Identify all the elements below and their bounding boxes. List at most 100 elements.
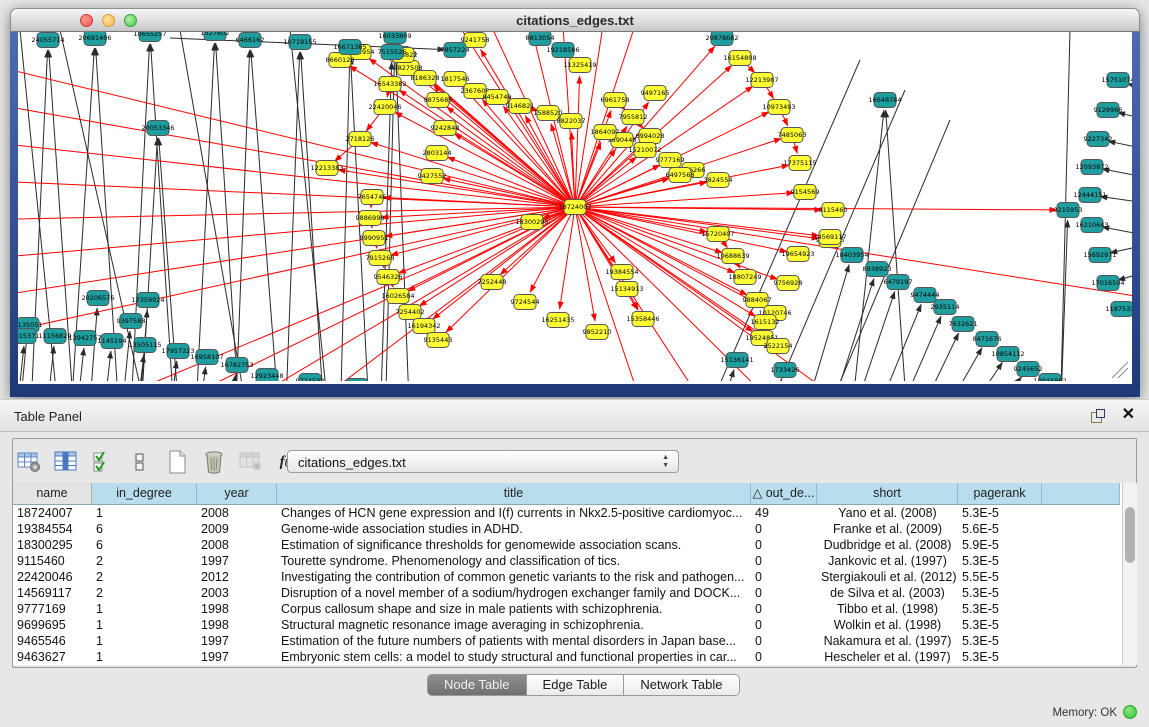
graph-node[interactable]: 7654746 [358,190,387,205]
table-select-dropdown[interactable]: citations_edges.txt ▲▼ [287,450,679,473]
graph-node[interactable]: 8938923 [863,262,892,277]
graph-node[interactable]: 11325419 [563,58,596,73]
tab-edge-table[interactable]: Edge Table [527,674,625,696]
graph-node[interactable]: 16026584 [381,289,414,304]
graph-node[interactable]: 2522154 [764,339,793,354]
graph-node[interactable]: 9724544 [511,295,540,310]
graph-node[interactable]: 9546326 [374,270,403,285]
graph-node[interactable]: 9886998 [356,211,385,226]
graph-node[interactable]: 1864097 [591,125,620,140]
graph-node[interactable]: 16194342 [407,319,440,334]
graph-node[interactable]: 9724502 [296,374,325,382]
graph-node[interactable]: 15134913 [610,282,643,297]
column-header-filler[interactable] [1042,483,1120,505]
graph-node[interactable]: 8471676 [973,332,1002,347]
graph-node[interactable]: 12093872 [1075,160,1108,175]
graph-node[interactable]: 9135443 [424,333,453,348]
graph-node[interactable]: 24055714 [31,33,64,48]
table-scrollbar[interactable] [1122,483,1137,665]
graph-node[interactable]: 7485063 [778,128,807,143]
column-header-title[interactable]: title [277,483,751,505]
graph-node[interactable]: 1145194 [98,334,127,349]
graph-node[interactable]: 15751074 [1101,73,1132,88]
memory-status-indicator[interactable] [1123,705,1137,719]
graph-node[interactable]: 6497568 [666,168,695,183]
graph-node[interactable]: 8186328 [411,71,440,86]
graph-node[interactable]: 9756928 [774,276,803,291]
graph-node[interactable]: 7632621 [949,317,978,332]
graph-node[interactable]: 22420046 [368,100,401,115]
graph-node[interactable]: 6994028 [636,129,665,144]
graph-node[interactable]: 15358446 [626,312,659,327]
table-row[interactable]: 969969511998Structural magnetic resonanc… [13,617,1122,633]
close-panel-icon[interactable]: ✕ [1122,406,1135,424]
window-titlebar[interactable]: citations_edges.txt [10,8,1140,32]
table-options-button[interactable] [16,449,42,475]
select-column-button[interactable] [53,449,79,475]
column-header-pagerank[interactable]: pagerank [958,483,1042,505]
graph-node[interactable]: 1615132 [751,315,780,330]
graph-node[interactable]: 6479197 [884,275,913,290]
graph-node[interactable]: 12213383 [310,161,343,176]
graph-node[interactable]: 11875332 [1105,302,1132,317]
graph-node[interactable]: 8990951 [360,231,389,246]
graph-node[interactable]: 20206576 [81,291,114,306]
graph-node[interactable]: 16782753 [220,358,253,373]
graph-node[interactable]: 12923448 [250,369,283,382]
column-header-△ out_de...[interactable]: △ out_de... [751,483,817,505]
graph-node[interactable]: 7515526 [378,45,407,60]
float-panel-icon[interactable] [1091,409,1105,423]
graph-node[interactable]: 10719155 [283,35,316,50]
table-row[interactable]: 1830029562008Estimation of significance … [13,537,1122,553]
table-row[interactable]: 977716911998Corpus callosum shape and si… [13,601,1122,617]
table-row[interactable]: 1938455462009Genome-wide association stu… [13,521,1122,537]
graph-node[interactable]: 1527602 [201,32,230,41]
graph-node[interactable]: 20053346 [141,121,174,136]
graph-node[interactable]: 7915268 [366,251,395,266]
graph-node[interactable]: 16958107 [190,350,223,365]
graph-node[interactable]: 10655257 [133,32,166,42]
table-row[interactable]: 1872400712008Changes of HCN gene express… [13,505,1122,521]
graph-node[interactable]: 6466162 [236,33,265,48]
graph-node[interactable]: 9115460 [819,203,848,218]
graph-node[interactable]: 17375115 [783,156,816,171]
delete-column-button[interactable] [201,449,227,475]
tab-network-table[interactable]: Network Table [624,674,739,696]
graph-node[interactable]: 2935114 [931,300,960,315]
graph-node[interactable]: 16210643 [1075,218,1108,233]
graph-node[interactable]: 20691406 [78,32,111,46]
delete-table-button-disabled[interactable] [238,449,264,475]
graph-node[interactable]: 1733426 [771,363,800,378]
graph-node[interactable]: 16543382 [373,77,406,92]
graph-node[interactable]: 9875685 [424,93,453,108]
graph-node[interactable]: 16648784 [868,93,901,108]
graph-node[interactable]: 7857224 [441,43,470,58]
column-header-year[interactable]: year [197,483,277,505]
graph-node[interactable]: 8822037 [557,114,586,129]
graph-node[interactable]: 12444151 [1073,188,1106,203]
table-row[interactable]: 1456911722003Disruption of a novel membe… [13,585,1122,601]
graph-node[interactable]: 16154808 [723,51,756,66]
graph-node[interactable]: 19384554 [605,265,638,280]
row-height-button[interactable] [127,449,153,475]
scrollbar-thumb[interactable] [1125,507,1135,563]
graph-node[interactable]: 9245652 [1014,362,1043,377]
graph-node[interactable]: 16033809 [378,32,411,44]
graph-node[interactable]: 9227342 [1084,132,1113,147]
graph-node[interactable]: 9242848 [431,121,460,136]
table-row[interactable]: 946362711997Embryonic stem cells: a mode… [13,649,1122,665]
table-row[interactable]: 911546021997Tourette syndrome. Phenomeno… [13,553,1122,569]
tab-node-table[interactable]: Node Table [427,674,527,696]
graph-node[interactable]: 12213987 [745,73,778,88]
graph-node[interactable]: 9427552 [418,169,447,184]
graph-node[interactable]: 9129966 [1094,103,1123,118]
graph-node[interactable]: 9497165 [641,86,670,101]
graph-node[interactable]: 20878682 [705,32,738,46]
graph-node[interactable]: 2803144 [423,146,452,161]
graph-node[interactable]: 19218586 [546,43,579,58]
column-checklist-button[interactable] [90,449,116,475]
graph-node[interactable]: 7955812 [619,110,648,125]
network-canvas[interactable]: 1872400789129542322605898275081654338281… [18,32,1132,384]
graph-node[interactable]: 9397588 [117,314,146,329]
graph-node[interactable]: 9146821 [506,99,535,114]
